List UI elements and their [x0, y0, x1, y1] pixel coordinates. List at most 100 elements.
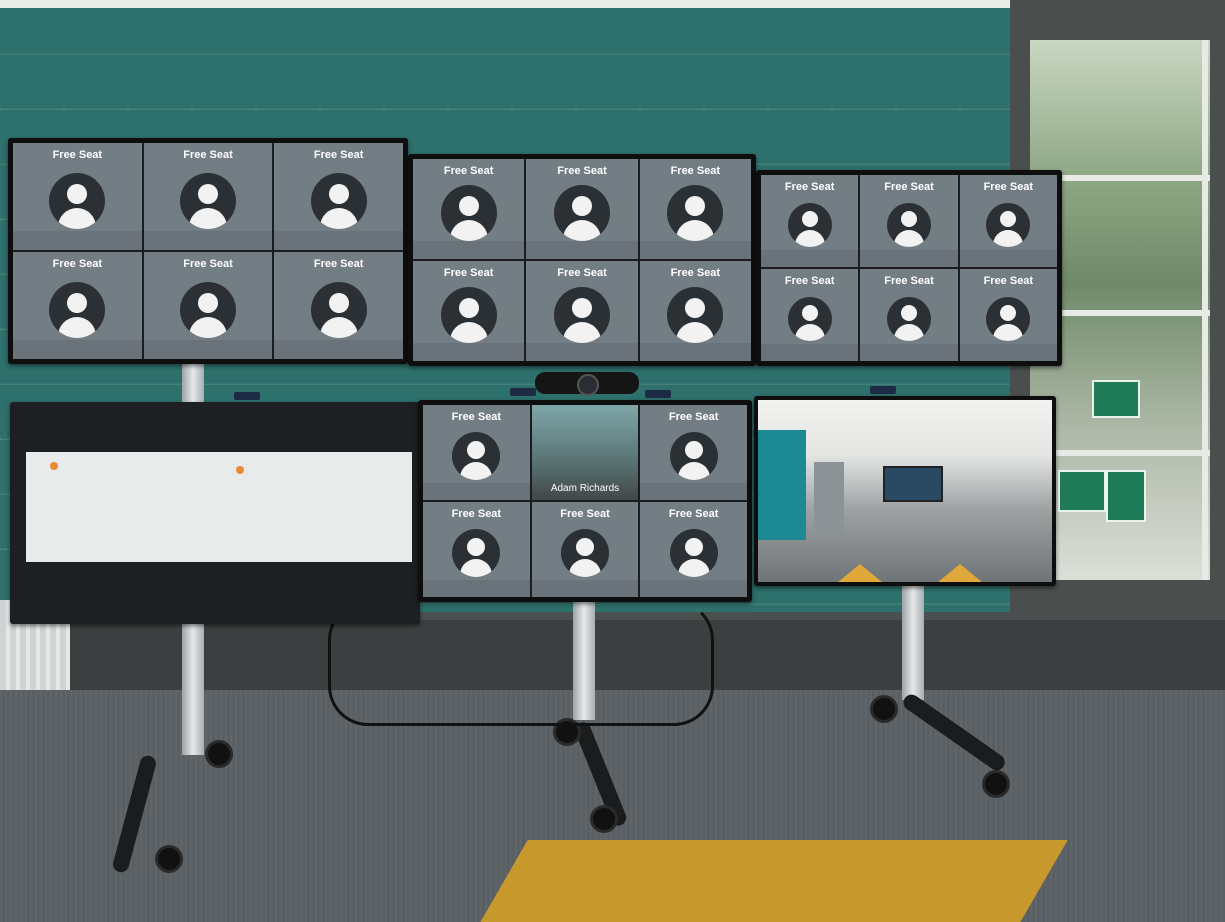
- top-right-screen: Free Seat Free Seat Free Seat Free Seat …: [756, 170, 1062, 366]
- room-scene: Free Seat Free Seat Free Seat Free Seat …: [0, 0, 1225, 922]
- participant-tile[interactable]: Free Seat: [526, 159, 638, 259]
- participant-tile[interactable]: Free Seat: [413, 261, 525, 361]
- avatar-placeholder-icon: [787, 202, 832, 247]
- seat-label: Free Seat: [560, 508, 610, 520]
- avatar-placeholder-icon: [310, 281, 367, 338]
- participant-tile[interactable]: Free Seat: [274, 143, 403, 250]
- participant-grid: Free Seat Free Seat Free Seat Free Seat …: [413, 159, 751, 361]
- avatar-placeholder-icon: [986, 202, 1031, 247]
- participant-grid: Free Seat Free Seat Free Seat Free Seat …: [761, 175, 1057, 361]
- floor-arrow-icon: [938, 564, 982, 582]
- participant-grid: Free Seat Free Seat Free Seat Free Seat …: [13, 143, 403, 359]
- seat-label: Free Seat: [668, 411, 719, 423]
- participant-tile[interactable]: Free Seat: [640, 502, 747, 597]
- avatar-placeholder-icon: [787, 296, 832, 341]
- mini-camera: [870, 386, 896, 394]
- bottom-right-screen: [754, 396, 1056, 586]
- green-sign: [1092, 380, 1140, 418]
- avatar-placeholder-icon: [179, 172, 236, 229]
- seat-label: Free Seat: [884, 275, 934, 287]
- avatar-placeholder-icon: [986, 296, 1031, 341]
- avatar-placeholder-icon: [553, 185, 610, 241]
- seat-label: Free Seat: [983, 275, 1034, 287]
- seat-label: Free Seat: [983, 181, 1034, 193]
- participant-tile[interactable]: Free Seat: [761, 269, 859, 361]
- participant-tile[interactable]: Free Seat: [639, 261, 751, 361]
- seat-label: Free Seat: [670, 165, 721, 177]
- avatar-placeholder-icon: [667, 185, 724, 241]
- participant-tile[interactable]: Free Seat: [959, 269, 1057, 361]
- participant-tile[interactable]: Free Seat: [423, 502, 530, 597]
- avatar-placeholder-icon: [440, 185, 497, 241]
- avatar-placeholder-icon: [452, 432, 501, 481]
- app-logo-icon: [50, 462, 58, 470]
- bottom-middle-screen: Free Seat Adam Richards Free Seat Free S…: [418, 400, 752, 602]
- avatar-placeholder-icon: [886, 202, 931, 247]
- participant-tile[interactable]: Free Seat: [13, 252, 142, 359]
- caster-wheel: [870, 695, 898, 723]
- seat-label: Free Seat: [557, 267, 607, 279]
- yellow-rug: [470, 840, 1068, 922]
- mini-camera: [645, 390, 671, 398]
- seat-label: Free Seat: [313, 149, 364, 161]
- participant-tile[interactable]: Free Seat: [860, 175, 958, 267]
- avatar-placeholder-icon: [49, 281, 106, 338]
- caster-wheel: [155, 845, 183, 873]
- seat-label: Free Seat: [183, 258, 233, 270]
- participant-tile[interactable]: Free Seat: [761, 175, 859, 267]
- seat-label: Free Seat: [443, 267, 494, 279]
- seat-label: Free Seat: [313, 258, 364, 270]
- window-mullion: [1202, 40, 1208, 580]
- avatar-placeholder-icon: [560, 529, 609, 578]
- floor-arrow-icon: [838, 564, 882, 582]
- door: [814, 462, 844, 534]
- seat-label: Free Seat: [670, 267, 721, 279]
- seat-label: Free Seat: [784, 275, 835, 287]
- wall-display: [883, 466, 943, 502]
- avatar-placeholder-icon: [452, 529, 501, 578]
- avatar-placeholder-icon: [886, 296, 931, 341]
- avatar-placeholder-icon: [49, 172, 106, 229]
- avatar-placeholder-icon: [553, 287, 610, 343]
- caster-wheel: [982, 770, 1010, 798]
- avatar-placeholder-icon: [667, 287, 724, 343]
- app-logo-icon: [236, 466, 244, 474]
- seat-label: Free Seat: [183, 149, 233, 161]
- participant-tile[interactable]: Free Seat: [143, 252, 273, 359]
- participant-tile[interactable]: Free Seat: [274, 252, 403, 359]
- participant-name: Adam Richards: [550, 483, 620, 494]
- seat-label: Free Seat: [884, 181, 934, 193]
- avatar-placeholder-icon: [179, 281, 236, 338]
- participant-tile[interactable]: Free Seat: [13, 143, 142, 250]
- camera-lens-icon: [577, 374, 599, 396]
- participant-tile[interactable]: Free Seat: [423, 405, 530, 500]
- participant-tile[interactable]: Free Seat: [526, 261, 638, 361]
- participant-tile[interactable]: Free Seat: [143, 143, 273, 250]
- mini-camera: [234, 392, 260, 400]
- participant-grid: Free Seat Adam Richards Free Seat Free S…: [423, 405, 747, 597]
- bottom-left-screen: [10, 402, 420, 624]
- participant-tile[interactable]: Free Seat: [860, 269, 958, 361]
- participant-tile[interactable]: Free Seat: [959, 175, 1057, 267]
- seat-label: Free Seat: [52, 149, 103, 161]
- avatar-placeholder-icon: [310, 172, 367, 229]
- seat-label: Free Seat: [443, 165, 494, 177]
- green-sign: [1058, 470, 1106, 512]
- participant-tile[interactable]: Free Seat: [531, 502, 639, 597]
- shared-desktop: [26, 452, 412, 562]
- window-mullion: [1030, 450, 1210, 456]
- room-camera-feed: [758, 400, 1052, 582]
- participant-tile[interactable]: Free Seat: [640, 405, 747, 500]
- avatar-placeholder-icon: [440, 287, 497, 343]
- seat-label: Free Seat: [668, 508, 719, 520]
- top-middle-screen: Free Seat Free Seat Free Seat Free Seat …: [408, 154, 756, 366]
- participant-tile[interactable]: Free Seat: [639, 159, 751, 259]
- seat-label: Free Seat: [784, 181, 835, 193]
- caster-wheel: [205, 740, 233, 768]
- avatar-placeholder-icon: [669, 432, 718, 481]
- teal-wall: [758, 430, 806, 540]
- green-sign: [1106, 470, 1146, 522]
- participant-tile[interactable]: Free Seat: [413, 159, 525, 259]
- mini-camera: [510, 388, 536, 396]
- participant-video-tile[interactable]: Adam Richards: [531, 405, 639, 500]
